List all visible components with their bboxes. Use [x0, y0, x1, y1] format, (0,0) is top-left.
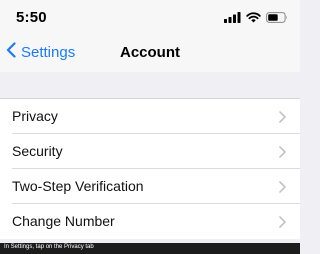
status-time: 5:50 — [16, 9, 47, 26]
chevron-right-icon — [279, 215, 286, 233]
section-spacer — [0, 72, 300, 98]
list-item-label: Change Number — [12, 213, 115, 229]
chevron-right-icon — [279, 180, 286, 198]
navigation-bar: Settings Account — [0, 34, 300, 72]
list-item-label: Privacy — [12, 108, 58, 124]
signal-icon — [224, 10, 241, 28]
status-icons — [224, 10, 288, 28]
battery-icon — [266, 10, 288, 28]
page-title: Account — [120, 44, 180, 61]
list-item-label: Security — [12, 143, 63, 159]
account-settings-list: Privacy Security Two-Step Verification C… — [0, 98, 300, 239]
list-item-change-number[interactable]: Change Number — [0, 204, 300, 239]
list-item-label: Two-Step Verification — [12, 178, 144, 194]
chevron-right-icon — [279, 145, 286, 163]
list-item-two-step-verification[interactable]: Two-Step Verification — [0, 169, 300, 204]
caption-text: In Settings, tap on the Privacy tab — [4, 244, 94, 250]
chevron-right-icon — [279, 110, 286, 128]
list-item-privacy[interactable]: Privacy — [0, 99, 300, 134]
list-item-security[interactable]: Security — [0, 134, 300, 169]
caption-bar: In Settings, tap on the Privacy tab — [0, 243, 300, 254]
status-bar: 5:50 — [0, 0, 300, 34]
wifi-icon — [246, 10, 261, 28]
